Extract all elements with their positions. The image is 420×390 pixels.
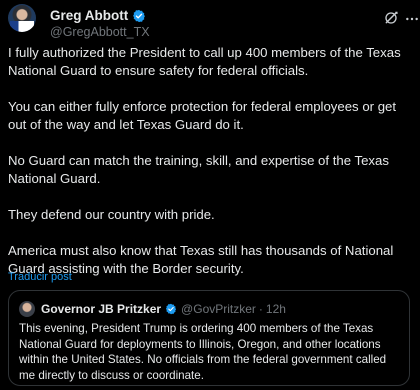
quoted-tweet-header: Governor JB Pritzker @GovPritzker · 12h bbox=[41, 301, 286, 317]
tweet-paragraph: They defend our country with pride. bbox=[8, 207, 215, 222]
tweet: Greg Abbott @GregAbbott_TX I fully autho… bbox=[0, 0, 420, 390]
quoted-separator: · bbox=[258, 302, 263, 316]
author-name-row[interactable]: Greg Abbott bbox=[50, 7, 146, 24]
quoted-tweet-card[interactable]: Governor JB Pritzker @GovPritzker · 12h … bbox=[8, 290, 410, 386]
tweet-paragraph: I fully authorized the President to call… bbox=[8, 45, 401, 78]
tweet-header: Greg Abbott @GregAbbott_TX bbox=[8, 4, 418, 40]
quoted-author-avatar bbox=[19, 301, 35, 317]
grok-icon[interactable] bbox=[383, 10, 399, 26]
avatar-flag-detail bbox=[10, 21, 34, 32]
quoted-timestamp: 12h bbox=[265, 302, 286, 316]
author-avatar[interactable] bbox=[8, 4, 36, 32]
author-display-name[interactable]: Greg Abbott bbox=[50, 8, 128, 23]
tweet-body: I fully authorized the President to call… bbox=[8, 44, 416, 296]
translate-post-link[interactable]: Traducir post bbox=[8, 271, 72, 283]
verified-badge-icon bbox=[165, 303, 177, 315]
verified-badge-icon bbox=[133, 9, 146, 22]
more-options-icon[interactable] bbox=[404, 11, 420, 27]
quoted-author-name: Governor JB Pritzker bbox=[41, 302, 162, 316]
tweet-paragraph: No Guard can match the training, skill, … bbox=[8, 153, 389, 186]
tweet-paragraph: You can either fully enforce protection … bbox=[8, 99, 397, 132]
quoted-tweet-text: This evening, President Trump is orderin… bbox=[19, 322, 387, 382]
author-handle[interactable]: @GregAbbott_TX bbox=[50, 25, 150, 39]
quoted-author-handle: @GovPritzker bbox=[181, 302, 256, 316]
